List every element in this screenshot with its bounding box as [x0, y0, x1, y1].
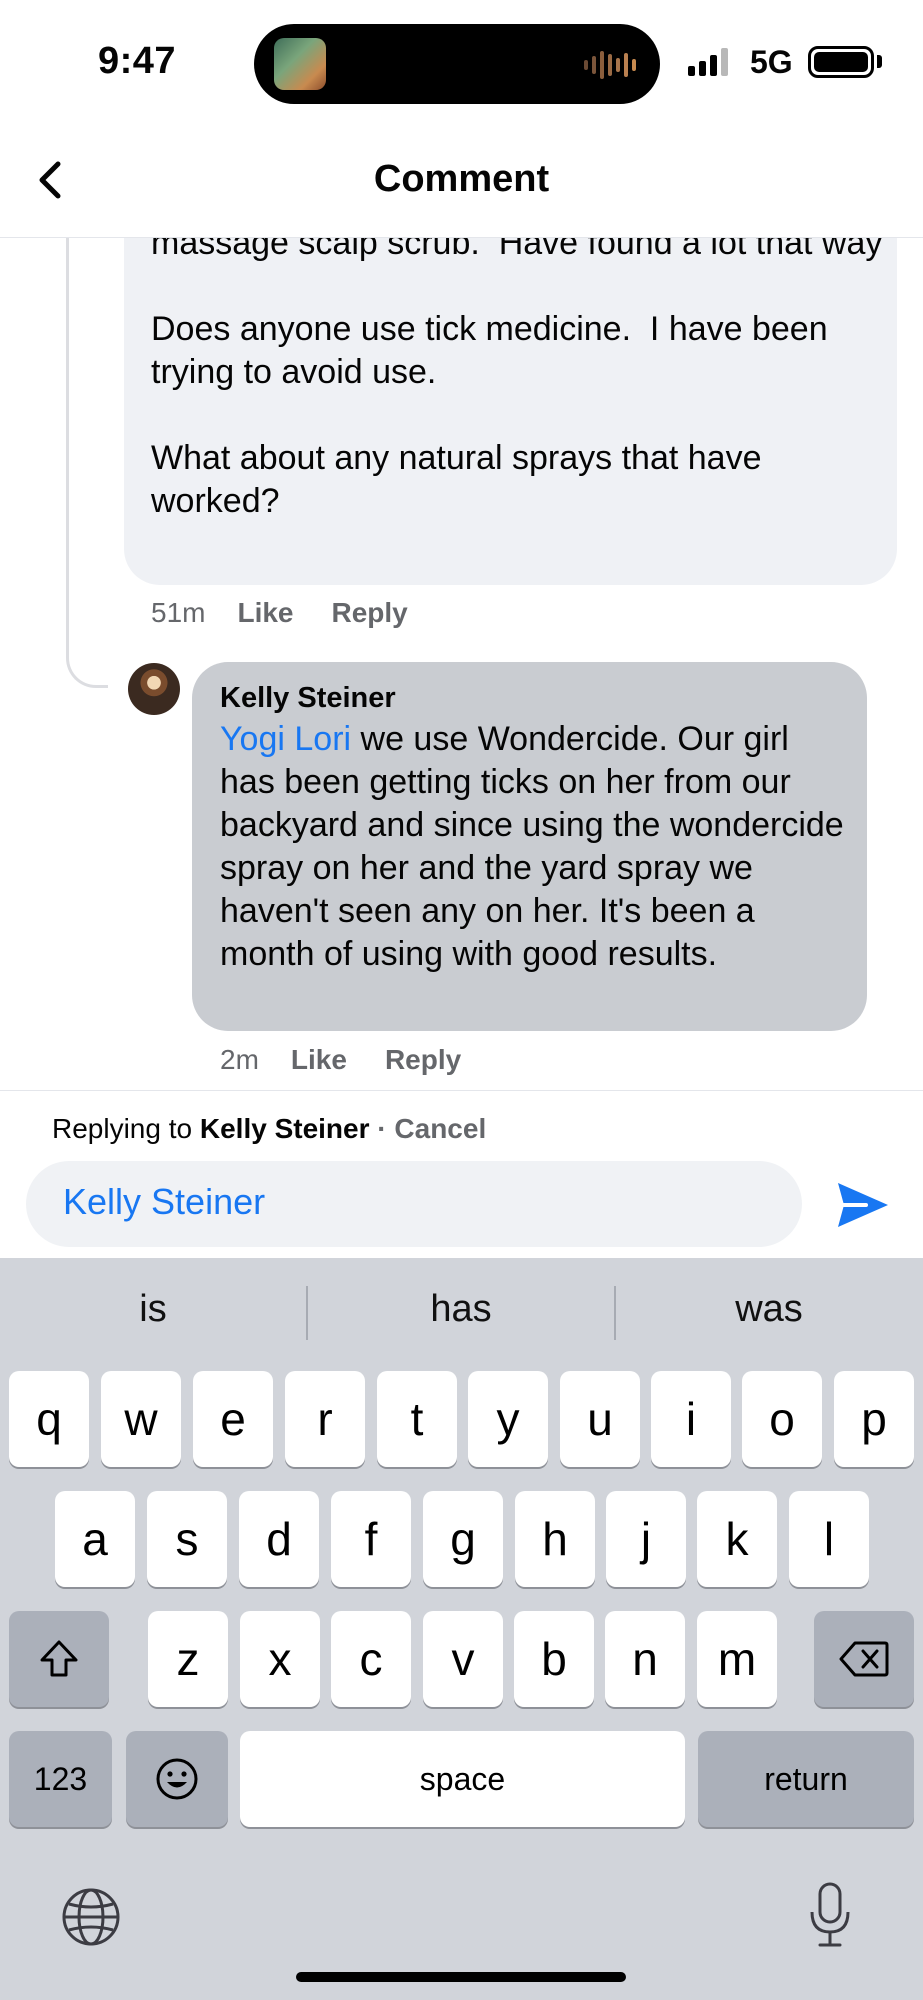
shift-arrow-icon — [40, 1640, 78, 1677]
key-n[interactable]: n — [605, 1611, 685, 1707]
header: Comment — [0, 120, 923, 238]
key-y[interactable]: y — [468, 1371, 548, 1467]
comment-thread: massage scalp scrub. Have found a lot th… — [0, 238, 923, 1090]
like-button[interactable]: Like — [291, 1044, 347, 1076]
comment-time: 51m — [151, 597, 206, 628]
dynamic-island[interactable] — [254, 24, 660, 104]
space-key[interactable]: space — [240, 1731, 685, 1827]
key-r[interactable]: r — [285, 1371, 365, 1467]
key-q[interactable]: q — [9, 1371, 89, 1467]
key-s[interactable]: s — [147, 1491, 227, 1587]
send-icon — [838, 1183, 888, 1227]
page-title: Comment — [373, 158, 550, 200]
key-m[interactable]: m — [697, 1611, 777, 1707]
globe-icon[interactable] — [60, 1886, 122, 1948]
key-j[interactable]: j — [606, 1491, 686, 1587]
key-b[interactable]: b — [514, 1611, 594, 1707]
return-key[interactable]: return — [698, 1731, 914, 1827]
network-type: 5G — [750, 44, 793, 80]
keyboard: is has was q w e r t y u i o p a s d f g… — [0, 1258, 923, 2000]
emoji-key[interactable] — [126, 1731, 228, 1827]
key-g[interactable]: g — [423, 1491, 503, 1587]
key-c[interactable]: c — [331, 1611, 411, 1707]
comment-bubble-previous[interactable]: massage scalp scrub. Have found a lot th… — [124, 238, 897, 585]
comment-input-value: Kelly Steiner — [63, 1181, 266, 1222]
reply-button[interactable]: Reply — [332, 597, 408, 629]
key-z[interactable]: z — [148, 1611, 228, 1707]
mention-link[interactable]: Yogi Lori — [220, 720, 351, 758]
backspace-icon — [839, 1641, 889, 1677]
replying-name: Kelly Steiner — [199, 1113, 370, 1144]
key-e[interactable]: e — [193, 1371, 273, 1467]
reply-button[interactable]: Reply — [385, 1044, 461, 1076]
status-time: 9:47 — [98, 40, 177, 82]
status-bar: 9:47 5G — [0, 0, 923, 120]
replying-prefix: Replying to — [52, 1113, 200, 1144]
comment-time: 2m — [220, 1044, 259, 1075]
suggestion-2[interactable]: has — [308, 1288, 614, 1331]
battery-icon — [808, 46, 874, 78]
avatar[interactable] — [128, 663, 180, 715]
now-playing-artwork — [274, 38, 326, 90]
cellular-signal-icon — [688, 48, 728, 76]
shift-key[interactable] — [9, 1611, 109, 1707]
audio-waveform-icon — [584, 50, 636, 80]
comment-text: Yogi Lori we use Wondercide. Our girl ha… — [220, 718, 850, 976]
comment-text: massage scalp scrub. Have found a lot th… — [151, 238, 883, 520]
thread-connector-line — [66, 238, 108, 688]
key-h[interactable]: h — [515, 1491, 595, 1587]
reply-composer: Replying to Kelly Steiner · Cancel Kelly… — [0, 1090, 923, 1258]
delete-key[interactable] — [814, 1611, 914, 1707]
comment-meta-previous: 51m Like Reply — [151, 597, 446, 629]
emoji-icon — [156, 1758, 198, 1800]
key-u[interactable]: u — [560, 1371, 640, 1467]
key-v[interactable]: v — [423, 1611, 503, 1707]
key-l[interactable]: l — [789, 1491, 869, 1587]
numbers-key[interactable]: 123 — [9, 1731, 112, 1827]
key-p[interactable]: p — [834, 1371, 914, 1467]
home-indicator — [296, 1972, 626, 1982]
comment-author[interactable]: Kelly Steiner — [220, 682, 396, 715]
key-f[interactable]: f — [331, 1491, 411, 1587]
cancel-reply-button[interactable]: · Cancel — [370, 1113, 486, 1145]
key-a[interactable]: a — [55, 1491, 135, 1587]
predictive-bar: is has was — [0, 1258, 923, 1370]
key-k[interactable]: k — [697, 1491, 777, 1587]
comment-meta-reply: 2m Like Reply — [220, 1044, 499, 1076]
comment-input[interactable]: Kelly Steiner — [26, 1161, 802, 1247]
battery-tip — [877, 55, 882, 68]
key-d[interactable]: d — [239, 1491, 319, 1587]
key-t[interactable]: t — [377, 1371, 457, 1467]
send-button[interactable] — [832, 1175, 892, 1235]
suggestion-3[interactable]: was — [616, 1288, 922, 1331]
comment-bubble-reply[interactable]: Kelly Steiner Yogi Lori we use Wondercid… — [192, 662, 867, 1031]
like-button[interactable]: Like — [237, 597, 293, 629]
microphone-icon[interactable] — [804, 1880, 856, 1950]
key-i[interactable]: i — [651, 1371, 731, 1467]
replying-to-label: Replying to Kelly Steiner · Cancel — [52, 1113, 486, 1145]
key-x[interactable]: x — [240, 1611, 320, 1707]
key-o[interactable]: o — [742, 1371, 822, 1467]
suggestion-1[interactable]: is — [0, 1288, 306, 1331]
key-w[interactable]: w — [101, 1371, 181, 1467]
